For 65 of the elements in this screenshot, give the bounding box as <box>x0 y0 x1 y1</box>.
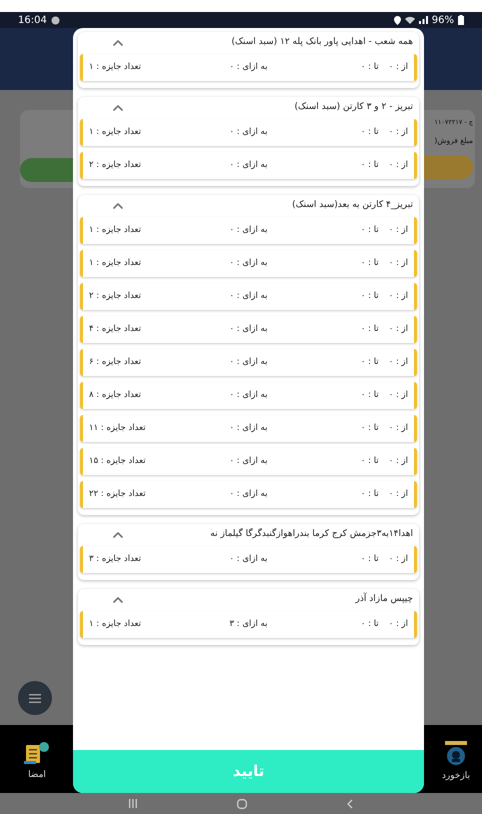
to-value: تا : ۰ <box>360 61 379 74</box>
per-value: به ازای : ۰ <box>230 553 268 566</box>
to-value: تا : ۰ <box>360 126 379 139</box>
group-title: اهدا۱۴به۳جزمش کرج کرما بندراهوازگنبدگرگا گیلماز نه <box>210 528 413 542</box>
per-value: به ازای : ۰ <box>230 159 268 172</box>
prize-count: تعداد جایزه : ۲۲ <box>89 488 146 501</box>
per-value: به ازای : ۰ <box>230 61 268 74</box>
from-value: از : ۰ <box>388 389 408 402</box>
per-value: به ازای : ۰ <box>230 455 268 468</box>
from-value: از : ۰ <box>388 323 408 336</box>
from-value: از : ۰ <box>388 422 408 435</box>
prize-count: تعداد جایزه : ۲ <box>89 290 141 303</box>
to-value: تا : ۰ <box>360 290 379 303</box>
nav-item[interactable]: امضا <box>24 735 50 783</box>
per-value: به ازای : ۰ <box>230 356 268 369</box>
prize-count: تعداد جایزه : ۱ <box>89 61 141 74</box>
from-value: از : ۰ <box>388 61 408 74</box>
prize-count: تعداد جایزه : ۱ <box>89 257 141 270</box>
from-value: از : ۰ <box>388 356 408 369</box>
per-value: به ازای : ۰ <box>230 126 268 139</box>
to-value: تا : ۰ <box>360 618 379 631</box>
to-value: تا : ۰ <box>360 224 379 237</box>
group-title: تبریز - ۲ و ۳ کارتن (سبد اسنک) <box>294 101 413 114</box>
from-value: از : ۰ <box>388 618 408 631</box>
prize-count: تعداد جایزه : ۱ <box>89 224 141 237</box>
to-value: تا : ۰ <box>360 422 379 435</box>
to-value: تا : ۰ <box>360 159 379 172</box>
per-value: به ازای : ۰ <box>230 422 268 435</box>
to-value: تا : ۰ <box>360 389 379 402</box>
prize-count: تعداد جایزه : ۶ <box>89 356 141 369</box>
from-value: از : ۰ <box>388 488 408 501</box>
per-value: به ازای : ۰ <box>230 290 268 303</box>
prize-count: تعداد جایزه : ۴ <box>89 323 141 336</box>
group-title: همه شعب - اهدایی پاور بانک پله ۱۲ (سبد اسنک) <box>231 36 413 50</box>
prize-count: تعداد جایزه : ۳ <box>89 553 141 566</box>
status-time: 16:04 <box>18 14 47 28</box>
prize-count: تعداد جایزه : ۱ <box>89 126 141 139</box>
per-value: به ازای : ۰ <box>230 389 268 402</box>
group-title: تبریز_۴ کارتن به بعد(سبد اسنک) <box>292 199 413 212</box>
to-value: تا : ۰ <box>360 553 379 566</box>
per-value: به ازای : ۰ <box>230 224 268 237</box>
per-value: به ازای : ۰ <box>230 323 268 336</box>
prize-count: تعداد جایزه : ۱۱ <box>89 422 146 435</box>
from-value: از : ۰ <box>388 553 408 566</box>
battery-percent: 96% <box>432 14 454 28</box>
from-value: از : ۰ <box>388 455 408 468</box>
from-value: از : ۰ <box>388 159 408 172</box>
to-value: تا : ۰ <box>360 455 379 468</box>
to-value: تا : ۰ <box>360 257 379 270</box>
per-value: به ازای : ۳ <box>230 618 268 631</box>
nav-item[interactable]: بازخورد <box>442 734 470 784</box>
to-value: تا : ۰ <box>360 323 379 336</box>
prize-count: تعداد جایزه : ۸ <box>89 389 141 402</box>
per-value: به ازای : ۰ <box>230 488 268 501</box>
from-value: از : ۰ <box>388 126 408 139</box>
from-value: از : ۰ <box>388 290 408 303</box>
prize-count: تعداد جایزه : ۱۵ <box>89 455 146 468</box>
prize-count: تعداد جایزه : ۲ <box>89 159 141 172</box>
group-title: چیپس مازاد آذر <box>356 593 413 606</box>
from-value: از : ۰ <box>388 257 408 270</box>
prize-count: تعداد جایزه : ۱ <box>89 618 141 631</box>
to-value: تا : ۰ <box>360 488 379 501</box>
from-value: از : ۰ <box>388 224 408 237</box>
per-value: به ازای : ۰ <box>230 257 268 270</box>
to-value: تا : ۰ <box>360 356 379 369</box>
